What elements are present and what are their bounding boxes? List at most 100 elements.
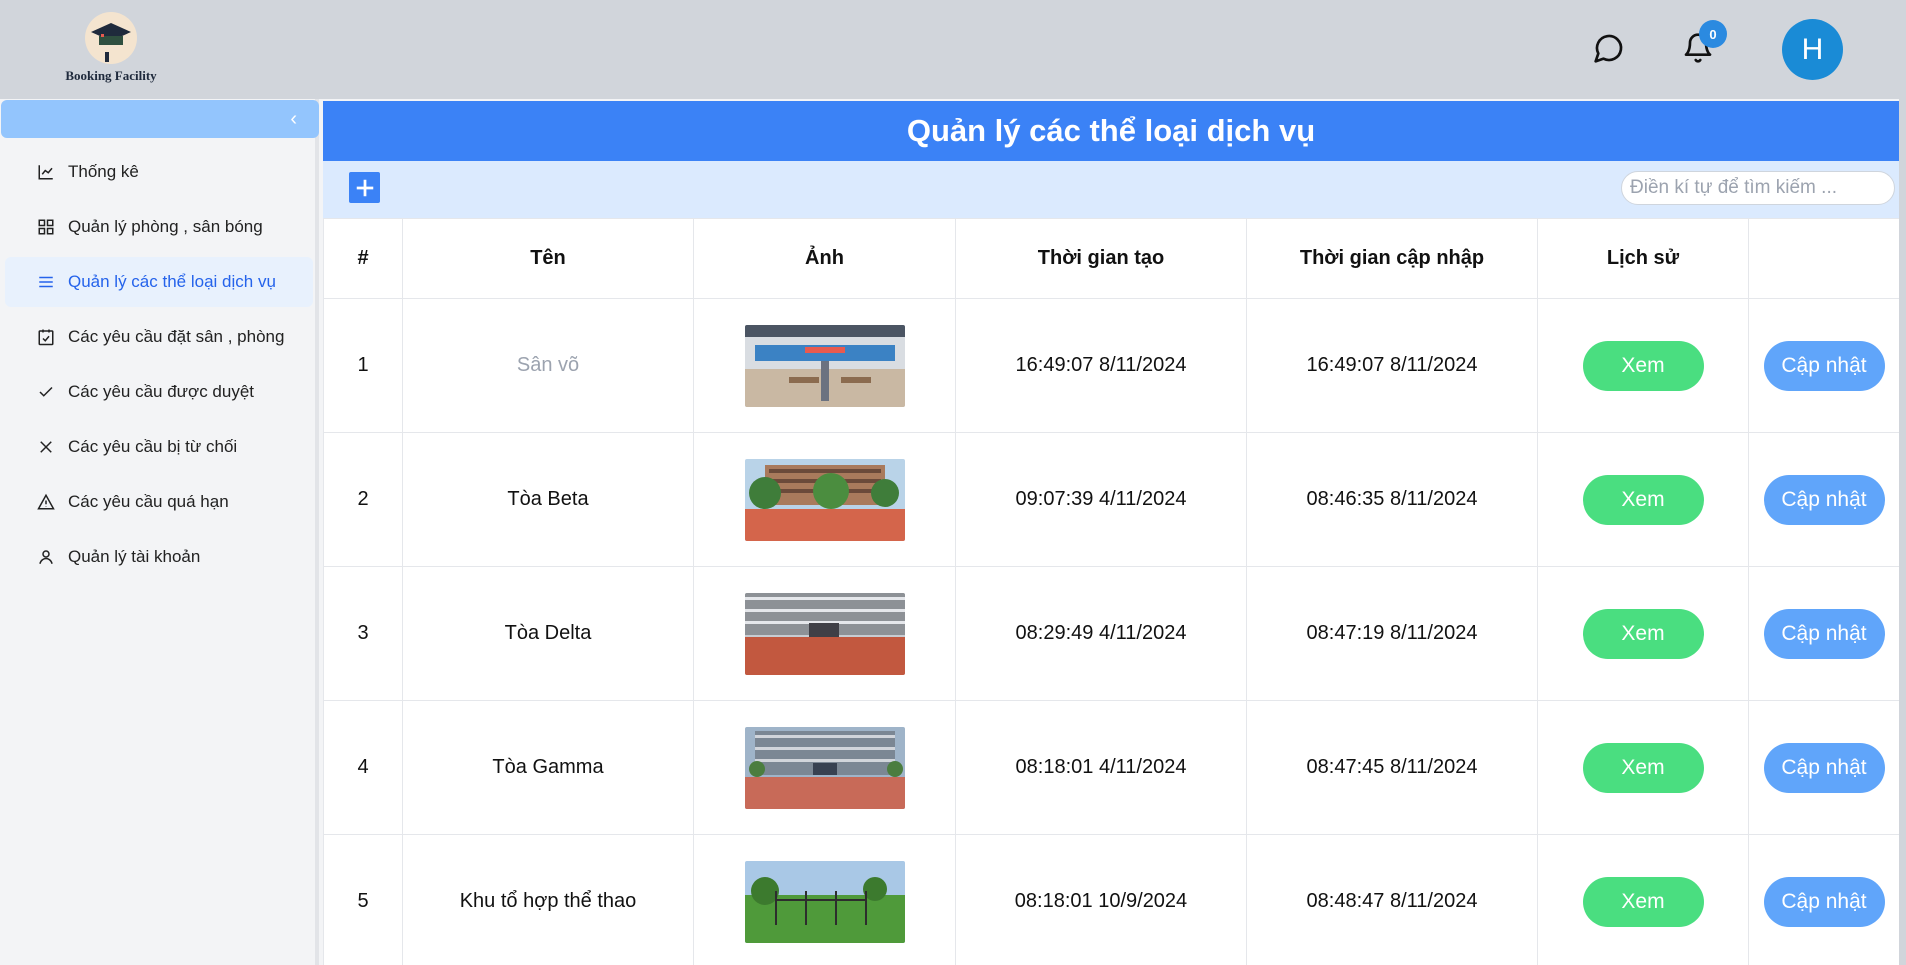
warning-triangle-icon xyxy=(35,491,57,513)
update-button[interactable]: Cập nhật xyxy=(1763,608,1885,659)
update-button[interactable]: Cập nhật xyxy=(1763,340,1885,391)
sidebar-item-booking-requests[interactable]: Các yêu cầu đặt sân , phòng xyxy=(5,312,313,362)
update-button[interactable]: Cập nhật xyxy=(1763,876,1885,927)
page-title: Quản lý các thể loại dịch vụ xyxy=(323,101,1899,161)
sidebar-item-label: Quản lý các thể loại dịch vụ xyxy=(68,272,276,291)
sidebar-nav: Thống kê Quản lý phòng , sân bóng Quản l… xyxy=(5,147,313,587)
column-header-history: Lịch sử xyxy=(1537,218,1749,299)
sidebar-item-label: Thống kê xyxy=(68,162,139,181)
row-image-cell xyxy=(693,566,956,701)
view-history-button[interactable]: Xem xyxy=(1582,876,1704,927)
row-updated-time: 08:47:19 8/11/2024 xyxy=(1246,566,1538,701)
plus-icon xyxy=(356,179,373,196)
sidebar-item-rooms[interactable]: Quản lý phòng , sân bóng xyxy=(5,202,313,252)
covered-sports-hall-photo xyxy=(744,324,905,407)
column-header-updated: Thời gian cập nhập xyxy=(1246,218,1538,299)
row-index: 1 xyxy=(323,298,403,433)
search-input[interactable] xyxy=(1621,171,1895,205)
update-button[interactable]: Cập nhật xyxy=(1763,742,1885,793)
row-updated-time: 08:48:47 8/11/2024 xyxy=(1246,834,1538,965)
view-history-button[interactable]: Xem xyxy=(1582,742,1704,793)
table-row: 5 Khu tổ hợp thể thao 08:18:01 10/9/2024… xyxy=(323,834,1899,965)
row-name: Tòa Beta xyxy=(402,432,694,567)
x-icon xyxy=(35,436,57,458)
notification-count-badge: 0 xyxy=(1699,20,1727,48)
sidebar-item-label: Quản lý phòng , sân bóng xyxy=(68,217,263,236)
view-history-button[interactable]: Xem xyxy=(1582,608,1704,659)
graduation-cap-logo-icon xyxy=(85,12,137,64)
row-image-cell xyxy=(693,432,956,567)
row-name: Tòa Delta xyxy=(402,566,694,701)
row-created-time: 09:07:39 4/11/2024 xyxy=(955,432,1247,567)
sidebar-item-label: Các yêu cầu bị từ chối xyxy=(68,437,238,456)
row-history-cell: Xem xyxy=(1537,700,1749,835)
row-index: 5 xyxy=(323,834,403,965)
toolbar xyxy=(323,161,1899,218)
table-row: 4 Tòa Gamma 08:18:01 4/11/2024 08:47:45 … xyxy=(323,700,1899,835)
row-history-cell: Xem xyxy=(1537,566,1749,701)
user-icon xyxy=(35,546,57,568)
row-actions-cell: Cập nhật xyxy=(1748,834,1899,965)
update-button[interactable]: Cập nhật xyxy=(1763,474,1885,525)
chevron-left-icon: ‹ xyxy=(290,108,297,130)
column-header-actions xyxy=(1748,218,1899,299)
row-history-cell: Xem xyxy=(1537,298,1749,433)
sidebar-item-label: Các yêu cầu đặt sân , phòng xyxy=(68,327,285,346)
building-with-trees-photo xyxy=(744,458,905,541)
row-name: Sân võ xyxy=(402,298,694,433)
row-image-cell xyxy=(693,298,956,433)
row-image-cell xyxy=(693,834,956,965)
row-index: 2 xyxy=(323,432,403,567)
column-header-created: Thời gian tạo xyxy=(955,218,1247,299)
sidebar-collapse-button[interactable]: ‹ xyxy=(1,100,319,138)
row-actions-cell: Cập nhật xyxy=(1748,700,1899,835)
view-history-button[interactable]: Xem xyxy=(1582,340,1704,391)
row-index: 4 xyxy=(323,700,403,835)
outdoor-sports-field-photo xyxy=(744,860,905,943)
window-scrollbar[interactable] xyxy=(1899,0,1906,965)
row-image-cell xyxy=(693,700,956,835)
row-index: 3 xyxy=(323,566,403,701)
sidebar-item-label: Các yêu cầu được duyệt xyxy=(68,382,255,401)
table-row: 3 Tòa Delta 08:29:49 4/11/2024 08:47:19 … xyxy=(323,566,1899,701)
row-name: Tòa Gamma xyxy=(402,700,694,835)
table-header-row: # Tên Ảnh Thời gian tạo Thời gian cập nh… xyxy=(323,218,1899,299)
add-button[interactable] xyxy=(349,172,380,203)
sidebar: ‹ Thống kê Quản lý phòng , sân bóng Quản… xyxy=(0,99,319,965)
sidebar-item-rejected-requests[interactable]: Các yêu cầu bị từ chối xyxy=(5,422,313,472)
grid-icon xyxy=(35,216,57,238)
line-chart-icon xyxy=(35,161,57,183)
row-created-time: 08:29:49 4/11/2024 xyxy=(955,566,1247,701)
building-with-brick-plaza-photo xyxy=(744,592,905,675)
categories-table: # Tên Ảnh Thời gian tạo Thời gian cập nh… xyxy=(323,218,1899,965)
row-created-time: 08:18:01 10/9/2024 xyxy=(955,834,1247,965)
check-icon xyxy=(35,381,57,403)
row-created-time: 08:18:01 4/11/2024 xyxy=(955,700,1247,835)
row-name: Khu tổ hợp thể thao xyxy=(402,834,694,965)
row-history-cell: Xem xyxy=(1537,834,1749,965)
column-header-image: Ảnh xyxy=(693,218,956,299)
sidebar-item-label: Quản lý tài khoản xyxy=(68,547,201,566)
menu-list-icon xyxy=(35,271,57,293)
top-header: Booking Facility 0 H xyxy=(0,0,1906,99)
sidebar-item-accounts[interactable]: Quản lý tài khoản xyxy=(5,532,313,582)
message-circle-icon[interactable] xyxy=(1589,28,1629,68)
view-history-button[interactable]: Xem xyxy=(1582,474,1704,525)
row-updated-time: 16:49:07 8/11/2024 xyxy=(1246,298,1538,433)
table-row: 1 Sân võ 16:49:07 8/11/2024 16:49:07 8/1… xyxy=(323,298,1899,433)
column-header-name: Tên xyxy=(402,218,694,299)
building-facade-photo xyxy=(744,726,905,809)
brand-logo[interactable]: Booking Facility xyxy=(56,12,166,92)
user-avatar[interactable]: H xyxy=(1782,19,1843,80)
sidebar-item-overdue-requests[interactable]: Các yêu cầu quá hạn xyxy=(5,477,313,527)
sidebar-item-service-categories[interactable]: Quản lý các thể loại dịch vụ xyxy=(5,257,313,307)
column-header-index: # xyxy=(323,218,403,299)
sidebar-item-statistics[interactable]: Thống kê xyxy=(5,147,313,197)
calendar-check-icon xyxy=(35,326,57,348)
row-history-cell: Xem xyxy=(1537,432,1749,567)
table-row: 2 Tòa Beta 09:07:39 4/11/2024 08:46:35 8… xyxy=(323,432,1899,567)
sidebar-item-approved-requests[interactable]: Các yêu cầu được duyệt xyxy=(5,367,313,417)
row-actions-cell: Cập nhật xyxy=(1748,298,1899,433)
row-created-time: 16:49:07 8/11/2024 xyxy=(955,298,1247,433)
row-updated-time: 08:47:45 8/11/2024 xyxy=(1246,700,1538,835)
